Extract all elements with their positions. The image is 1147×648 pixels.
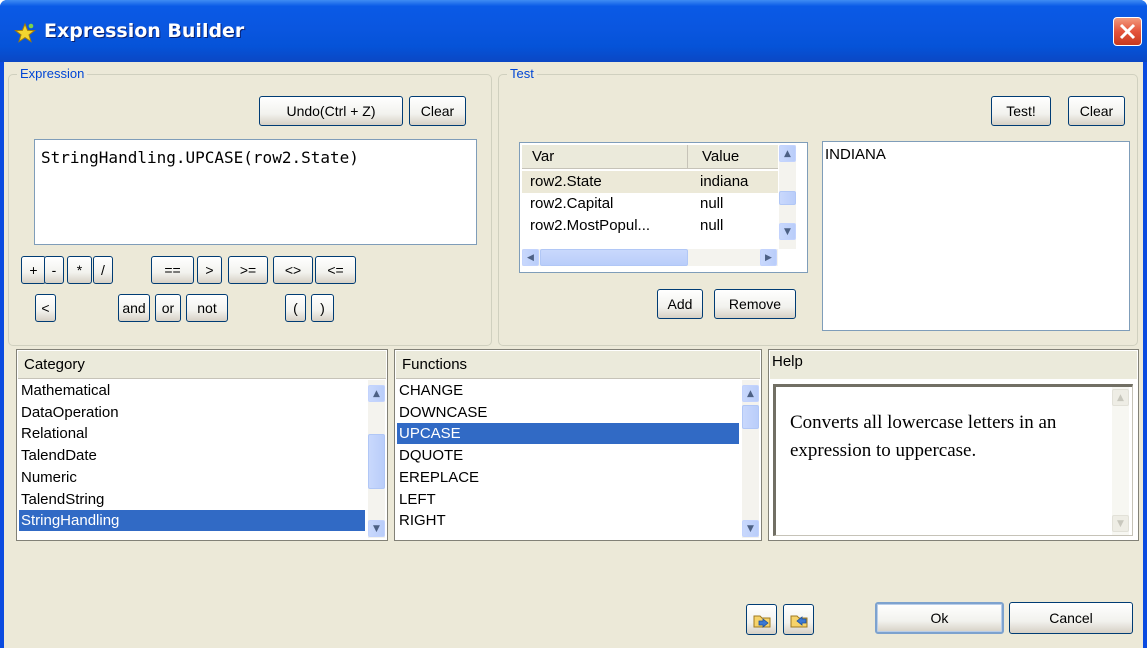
value-cell: null [700, 195, 724, 212]
scroll-down-arrow-icon[interactable]: ▼ [1112, 515, 1129, 532]
category-panel: Category Mathematical DataOperation Relati… [16, 349, 388, 541]
scroll-down-arrow-icon[interactable]: ▼ [742, 520, 759, 537]
expression-clear-button[interactable]: Clear [409, 96, 466, 126]
undo-button[interactable]: Undo(Ctrl + Z) [259, 96, 403, 126]
list-item[interactable]: StringHandling [19, 510, 365, 532]
scroll-thumb[interactable] [368, 434, 385, 489]
table-horizontal-scrollbar[interactable]: ◀ ▶ [522, 249, 778, 266]
test-button[interactable]: Test! [991, 96, 1051, 126]
scroll-thumb[interactable] [779, 191, 796, 205]
table-row[interactable]: row2.State indiana [522, 171, 778, 193]
help-scrollbar[interactable]: ▲ ▼ [1112, 387, 1129, 535]
expression-builder-window: Expression Builder Expression Undo(Ctrl … [0, 0, 1147, 648]
list-item[interactable]: DataOperation [19, 402, 365, 423]
close-button[interactable] [1113, 17, 1142, 46]
list-item[interactable]: CHANGE [397, 380, 739, 401]
list-item[interactable]: EREPLACE [397, 467, 739, 488]
var-cell: row2.MostPopul... [530, 217, 651, 234]
close-icon [1119, 23, 1136, 40]
import-button[interactable] [746, 604, 777, 635]
operator-button[interactable]: / [93, 256, 113, 284]
table-row[interactable]: row2.MostPopul... null [522, 215, 778, 237]
operator-button[interactable]: * [67, 256, 92, 284]
category-scrollbar[interactable]: ▲ ▼ [368, 380, 385, 538]
test-clear-button[interactable]: Clear [1068, 96, 1125, 126]
export-button[interactable] [783, 604, 814, 635]
scroll-up-arrow-icon[interactable]: ▲ [1112, 389, 1129, 406]
list-item[interactable]: Numeric [19, 467, 365, 488]
table-row[interactable]: row2.Capital null [522, 193, 778, 215]
test-variables-table[interactable]: Var Value row2.State indiana row2.Capita… [519, 142, 808, 273]
scroll-up-arrow-icon[interactable]: ▲ [779, 145, 796, 162]
functions-panel: Functions CHANGE DOWNCASE UPCASE DQUOTE EREP… [394, 349, 762, 541]
list-item[interactable]: RIGHT [397, 510, 739, 531]
operator-button[interactable]: and [118, 294, 150, 322]
window-title: Expression Builder [44, 20, 245, 42]
scroll-right-arrow-icon[interactable]: ▶ [760, 249, 777, 266]
test-group-title: Test [507, 66, 537, 81]
star-icon [14, 22, 36, 43]
list-item[interactable]: TalendString [19, 489, 365, 510]
help-text-area[interactable]: Converts all lowercase letters in an exp… [773, 384, 1133, 536]
dialog-client-area: Expression Undo(Ctrl + Z) Clear StringHa… [4, 62, 1143, 648]
scroll-up-arrow-icon[interactable]: ▲ [368, 385, 385, 402]
operator-button[interactable]: <> [273, 256, 313, 284]
operator-button[interactable]: <= [315, 256, 356, 284]
operator-button[interactable]: ) [311, 294, 334, 322]
functions-header: Functions [396, 351, 760, 379]
scroll-left-arrow-icon[interactable]: ◀ [522, 249, 539, 266]
list-item[interactable]: LEFT [397, 489, 739, 510]
var-column-header[interactable]: Var [522, 145, 688, 169]
var-cell: row2.Capital [530, 195, 614, 212]
scroll-down-arrow-icon[interactable]: ▼ [368, 520, 385, 537]
value-column-header[interactable]: Value [688, 145, 778, 169]
title-bar[interactable]: Expression Builder [0, 0, 1147, 62]
operator-button[interactable]: < [35, 294, 56, 322]
category-header: Category [18, 351, 386, 379]
list-item[interactable]: DOWNCASE [397, 402, 739, 423]
scroll-up-arrow-icon[interactable]: ▲ [742, 385, 759, 402]
test-result-text: INDIANA [825, 146, 886, 163]
scroll-thumb[interactable] [540, 249, 688, 266]
functions-scrollbar[interactable]: ▲ ▼ [742, 380, 759, 538]
operator-button[interactable]: == [151, 256, 194, 284]
import-folder-icon [753, 615, 770, 628]
export-folder-icon [790, 615, 807, 627]
value-cell: indiana [700, 173, 749, 190]
functions-list[interactable]: CHANGE DOWNCASE UPCASE DQUOTE EREPLACE LEFT RI… [395, 380, 741, 538]
expression-group: Expression Undo(Ctrl + Z) Clear StringHa… [8, 66, 492, 346]
scroll-down-arrow-icon[interactable]: ▼ [779, 223, 796, 240]
operator-button[interactable]: > [197, 256, 222, 284]
list-item[interactable]: DQUOTE [397, 445, 739, 466]
expression-input[interactable]: StringHandling.UPCASE(row2.State) [34, 139, 477, 245]
operator-button[interactable]: ( [285, 294, 306, 322]
ok-button[interactable]: Ok [875, 602, 1004, 634]
expression-text[interactable]: StringHandling.UPCASE(row2.State) [41, 148, 359, 167]
test-result-output[interactable]: INDIANA [822, 141, 1130, 331]
help-header: Help [770, 351, 1137, 379]
operator-button[interactable]: - [44, 256, 64, 284]
scroll-thumb[interactable] [742, 405, 759, 429]
var-cell: row2.State [530, 173, 602, 190]
list-item[interactable]: Mathematical [19, 380, 365, 401]
help-text: Converts all lowercase letters in an exp… [790, 412, 1057, 461]
help-panel: Help Converts all lowercase letters in a… [768, 349, 1139, 541]
expression-group-title: Expression [17, 66, 88, 81]
table-vertical-scrollbar[interactable]: ▲ ▼ [779, 145, 796, 249]
value-cell: null [700, 217, 724, 234]
category-list[interactable]: Mathematical DataOperation Relational Talen… [17, 380, 367, 538]
remove-button[interactable]: Remove [714, 289, 796, 319]
list-item[interactable]: UPCASE [397, 423, 739, 445]
cancel-button[interactable]: Cancel [1009, 602, 1133, 634]
operator-button[interactable]: or [155, 294, 181, 322]
list-item[interactable]: Relational [19, 423, 365, 444]
add-button[interactable]: Add [657, 289, 703, 319]
operator-button[interactable]: not [186, 294, 228, 322]
operator-button[interactable]: + [21, 256, 46, 284]
operator-button[interactable]: >= [228, 256, 268, 284]
test-group: Test Test! Clear Var Value row2.State in… [498, 66, 1138, 346]
list-item[interactable]: TalendDate [19, 445, 365, 466]
